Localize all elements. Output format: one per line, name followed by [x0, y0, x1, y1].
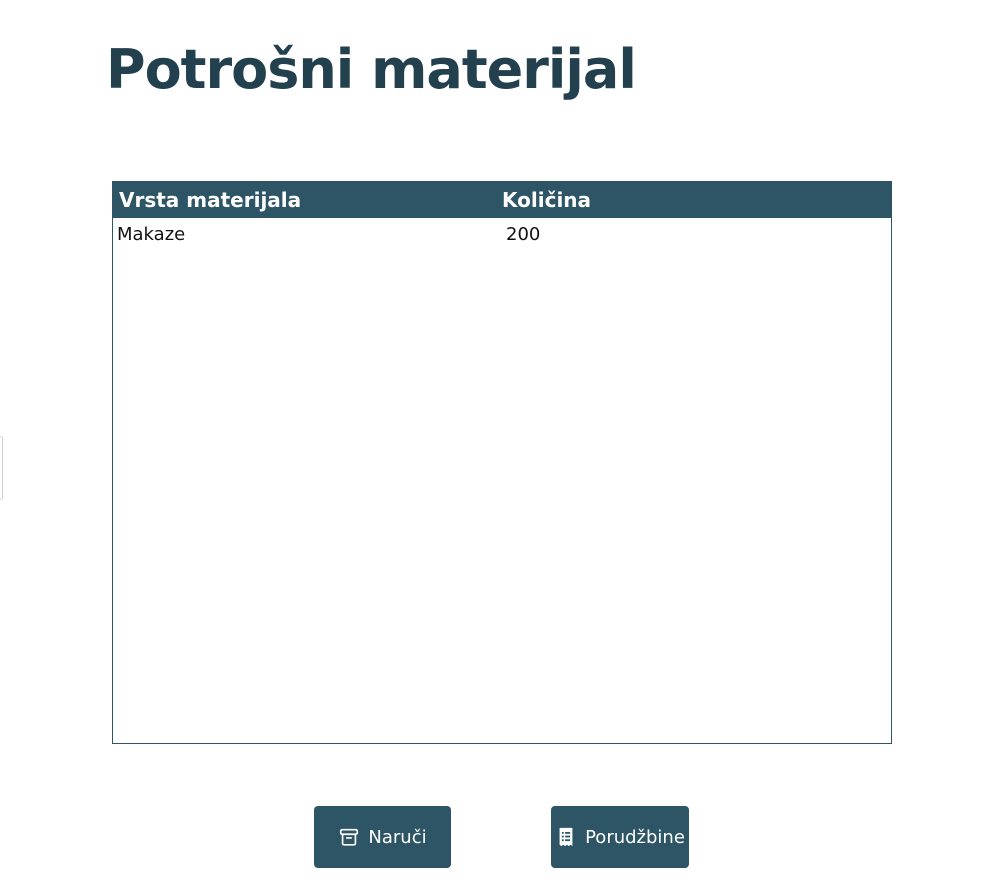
page: Potrošni materijal Vrsta materijala Koli… [0, 0, 1002, 895]
order-button-label: Naruči [368, 826, 427, 848]
table-row[interactable]: Makaze 200 [113, 218, 891, 250]
materials-table: Vrsta materijala Količina Makaze 200 [112, 181, 892, 744]
cell-material-name: Makaze [117, 223, 186, 245]
table-header: Vrsta materijala Količina [113, 182, 891, 218]
orders-button[interactable]: Porudžbine [551, 806, 689, 868]
archive-box-icon [338, 826, 360, 848]
page-title: Potrošni materijal [106, 38, 637, 101]
side-panel-handle[interactable] [0, 436, 3, 500]
column-header-quantity[interactable]: Količina [496, 188, 591, 212]
column-header-material-type[interactable]: Vrsta materijala [113, 188, 496, 212]
cell-quantity: 200 [506, 223, 541, 245]
orders-button-label: Porudžbine [585, 826, 685, 848]
receipt-list-icon [555, 826, 577, 848]
order-button[interactable]: Naruči [314, 806, 451, 868]
